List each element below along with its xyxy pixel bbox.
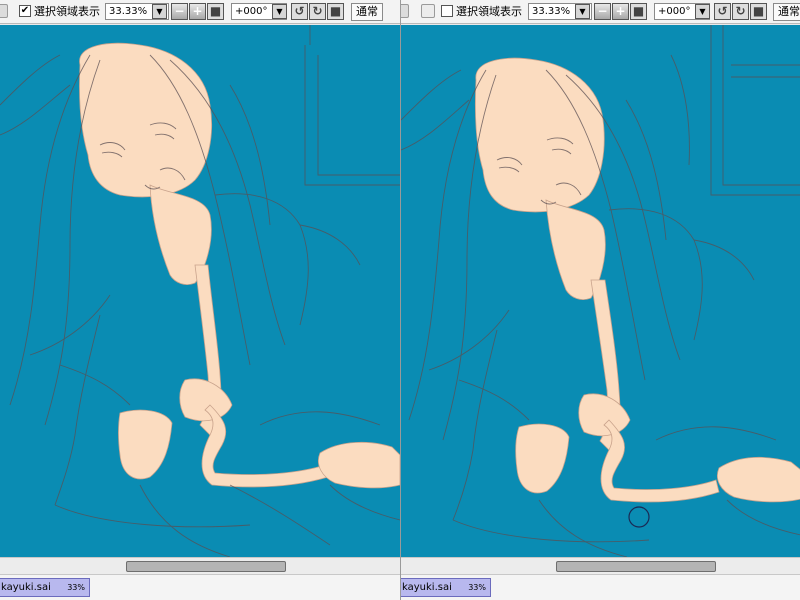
rotate-cw-icon[interactable]: ↻ xyxy=(309,3,326,20)
brush-cursor-icon xyxy=(628,506,650,528)
chevron-down-icon[interactable]: ▼ xyxy=(152,4,167,19)
selection-display-label: 選択領域表示 xyxy=(34,5,100,18)
document-status-bar: kayuki.sai 33% xyxy=(401,574,800,600)
drawing-canvas[interactable] xyxy=(401,25,800,557)
toolbar-grip-icon[interactable] xyxy=(421,4,435,18)
toolbar-grip-icon[interactable] xyxy=(0,4,8,18)
minus-icon[interactable]: − xyxy=(594,3,611,20)
artwork-illustration xyxy=(0,25,400,557)
toolbar-grip-icon[interactable] xyxy=(401,4,409,18)
blend-mode-select[interactable]: 通常 xyxy=(351,3,383,21)
document-tab[interactable]: kayuki.sai 33% xyxy=(401,578,491,597)
selection-display-label: 選択領域表示 xyxy=(456,5,522,18)
artwork-illustration xyxy=(401,25,800,557)
selection-display-checkbox[interactable] xyxy=(441,5,453,17)
document-tab[interactable]: kayuki.sai 33% xyxy=(0,578,90,597)
square-icon[interactable]: ■ xyxy=(630,3,647,20)
drawing-canvas[interactable] xyxy=(0,25,400,557)
document-name: kayuki.sai xyxy=(402,582,452,593)
plus-icon[interactable]: + xyxy=(612,3,629,20)
square-icon[interactable]: ■ xyxy=(750,3,767,20)
document-name: kayuki.sai xyxy=(1,582,51,593)
view-toolbar: ✔ 選択領域表示 33.33% ▼ − + ■ +000° ▼ ↺ ↻ ■ 通常 xyxy=(0,0,400,24)
canvas-view-left: ✔ 選択領域表示 33.33% ▼ − + ■ +000° ▼ ↺ ↻ ■ 通常 xyxy=(0,0,400,600)
document-zoom: 33% xyxy=(67,583,85,592)
canvas-view-right: 選択領域表示 33.33% ▼ − + ■ +000° ▼ ↺ ↻ ■ 通常 k… xyxy=(400,0,800,600)
rotate-cw-icon[interactable]: ↻ xyxy=(732,3,749,20)
square-icon[interactable]: ■ xyxy=(327,3,344,20)
chevron-down-icon[interactable]: ▼ xyxy=(272,4,287,19)
scrollbar-thumb[interactable] xyxy=(556,561,716,572)
rotate-ccw-icon[interactable]: ↺ xyxy=(714,3,731,20)
view-toolbar: 選択領域表示 33.33% ▼ − + ■ +000° ▼ ↺ ↻ ■ 通常 xyxy=(401,0,800,24)
chevron-down-icon[interactable]: ▼ xyxy=(695,4,710,19)
selection-display-checkbox[interactable]: ✔ xyxy=(19,5,31,17)
horizontal-scrollbar[interactable] xyxy=(0,557,400,574)
scrollbar-thumb[interactable] xyxy=(126,561,286,572)
square-icon[interactable]: ■ xyxy=(207,3,224,20)
horizontal-scrollbar[interactable] xyxy=(401,557,800,574)
blend-mode-select[interactable]: 通常 xyxy=(773,3,800,21)
document-status-bar: kayuki.sai 33% xyxy=(0,574,400,600)
minus-icon[interactable]: − xyxy=(171,3,188,20)
rotate-ccw-icon[interactable]: ↺ xyxy=(291,3,308,20)
chevron-down-icon[interactable]: ▼ xyxy=(575,4,590,19)
plus-icon[interactable]: + xyxy=(189,3,206,20)
document-zoom: 33% xyxy=(468,583,486,592)
